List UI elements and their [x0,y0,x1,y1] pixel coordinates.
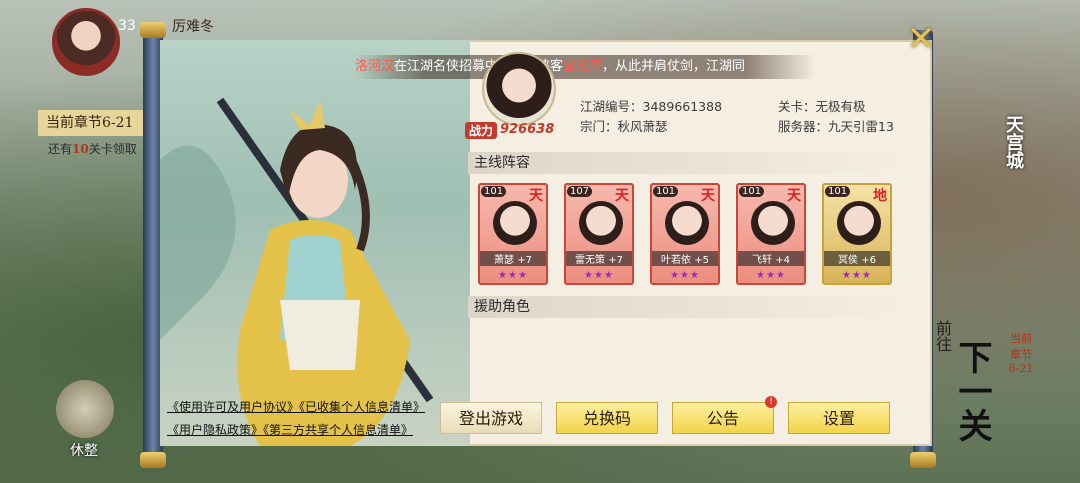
id-label: 江湖编号： [580,99,643,114]
hero-card[interactable]: 101 天 飞轩 +4 ★★★ [736,183,806,285]
redeem-code-button[interactable]: 兑换码 [556,402,658,434]
hero-name: 叶若依 +5 [652,251,718,266]
chapter-banner[interactable]: 当前章节6-21 [38,110,143,136]
hero-plus: +7 [608,255,623,266]
stage-value: 无极有极 [815,99,866,114]
player-sect: 宗门：秋风萧瑟 [580,116,668,135]
profile-avatar[interactable] [482,52,556,126]
logout-button[interactable]: 登出游戏 [440,402,542,434]
sky-city-label[interactable]: 天宫城 [998,115,1026,169]
support-role-header: 援助角色 [468,296,908,318]
third-party-list-link[interactable]: 《第三方共享个人信息清单》 [263,423,413,437]
notice-button[interactable]: 公告 [672,402,774,434]
hint-count: 10 [72,142,89,156]
hero-name: 萧瑟 +7 [480,251,546,266]
hero-plus: +6 [861,255,876,266]
hero-stars: ★★★ [498,270,528,281]
hero-card[interactable]: 101 地 冥侯 +6 ★★★ [822,183,892,285]
hero-name-text: 萧瑟 [494,255,515,266]
hero-grade: 天 [701,188,715,204]
hero-plus: +4 [775,255,790,266]
hero-card[interactable]: 101 天 叶若依 +5 ★★★ [650,183,720,285]
rod-cap-icon [910,452,936,468]
close-icon[interactable]: ✕ [904,22,938,56]
license-agreement-link[interactable]: 《使用许可及用户协议》 [167,400,299,414]
heroine-illustration [160,97,434,446]
hero-level: 101 [825,186,851,197]
sect-label: 宗门： [580,119,618,134]
legal-links-row-2: 《用户隐私政策》《第三方共享个人信息清单》 [167,421,413,438]
player-name: 厉难冬 [172,19,214,35]
hero-name-text: 冥侯 [838,255,859,266]
main-lineup-header: 主线阵容 [468,152,908,174]
player-level: 33 [118,18,136,34]
ticker-player: 洛河汉 [355,59,395,74]
character-art [160,40,470,446]
rest-label: 休整 [70,443,98,459]
id-value[interactable]: 3489661388 [643,99,723,114]
hero-stars: ★★★ [756,270,786,281]
power-value: 926638 [500,122,555,137]
announcement-ticker: 洛河汉在江湖名侠招募中获得了侠客雷无策，从此并肩仗剑，江湖同 [355,55,815,79]
hero-stars: ★★★ [842,270,872,281]
next-stage-label: 下一关 [952,340,992,442]
hero-grade: 天 [529,188,543,204]
hero-name: 飞轩 +4 [738,251,804,266]
server-label: 服务器： [778,119,829,134]
settings-button[interactable]: 设置 [788,402,890,434]
hero-portrait [579,201,623,245]
player-id: 江湖编号：3489661388 [580,96,722,115]
hero-portrait [665,201,709,245]
power-badge: 战力 [465,122,498,139]
profile-panel: 洛河汉在江湖名侠招募中获得了侠客雷无策，从此并肩仗剑，江湖同 战力 926638… [160,40,932,446]
hero-grade: 地 [873,188,887,204]
legal-links-row-1: 《使用许可及用户协议》《已收集个人信息清单》 [167,398,425,415]
notice-badge: ! [765,396,777,408]
rod-cap-icon [140,22,166,38]
chapter-reward-hint: 还有10关卡领取 [48,140,137,157]
hero-level: 101 [739,186,765,197]
hero-plus: +7 [517,255,532,266]
hero-grade: 天 [787,188,801,204]
ticker-text-2: ，从此并肩仗剑，江湖同 [602,59,746,74]
rod-cap-icon [140,452,166,468]
hero-portrait [493,201,537,245]
hero-level: 107 [567,186,593,197]
hero-level: 101 [653,186,679,197]
privacy-policy-link[interactable]: 《用户隐私政策》 [167,423,263,437]
next-stage-button[interactable]: 下一关 [944,330,1004,460]
rest-icon[interactable] [56,380,114,438]
hero-level: 101 [481,186,507,197]
server-value: 九天引雷13 [828,119,894,134]
hero-name: 冥侯 +6 [824,251,890,266]
hero-stars: ★★★ [584,270,614,281]
hero-portrait [751,201,795,245]
player-avatar[interactable] [52,8,120,76]
hint-suffix: 关卡领取 [88,142,137,156]
hero-name: 雷无策 +7 [566,251,632,266]
hero-name-text: 叶若依 [661,255,692,266]
right-chapter-label: 当前章节6-21 [1008,332,1034,375]
hero-name-text: 雷无策 [575,255,606,266]
ticker-hero: 雷无策 [563,59,603,74]
hero-card[interactable]: 107 天 雷无策 +7 ★★★ [564,183,634,285]
player-stage: 关卡：无极有极 [778,96,866,115]
hero-plus: +5 [694,255,709,266]
hero-grade: 天 [615,188,629,204]
hero-stars: ★★★ [670,270,700,281]
hint-prefix: 还有 [48,142,73,156]
stage-label: 关卡： [778,99,816,114]
sect-value: 秋风萧瑟 [617,119,668,134]
collected-info-link[interactable]: 《已收集个人信息清单》 [299,400,425,414]
player-server: 服务器：九天引雷13 [778,116,894,135]
hero-name-text: 飞轩 [752,255,773,266]
hero-portrait [837,201,881,245]
hero-card[interactable]: 101 天 萧瑟 +7 ★★★ [478,183,548,285]
